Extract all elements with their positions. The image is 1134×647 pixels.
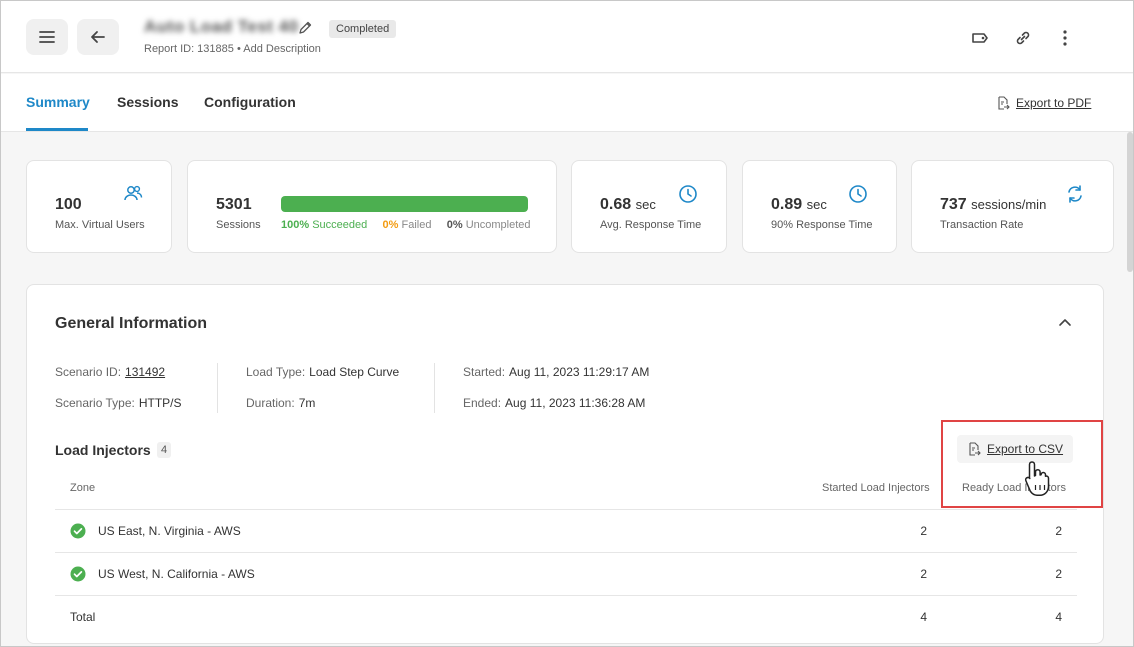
menu-button[interactable]: [26, 19, 68, 55]
stat-card-sessions: 5301 Sessions 100% Succeeded 0% Failed 0…: [187, 160, 557, 253]
stat-card-avg-response: 0.68 sec Avg. Response Time: [571, 160, 727, 253]
table-total-row: Total 4 4: [55, 595, 1077, 638]
tab-summary[interactable]: Summary: [26, 94, 90, 110]
stat-value: 0.68 sec: [600, 196, 656, 213]
ready-count: 2: [1055, 567, 1062, 581]
load-injectors-count: 4: [157, 442, 171, 458]
refresh-icon: [1068, 185, 1082, 203]
separator: •: [236, 43, 241, 55]
export-pdf-label: Export to PDF: [1016, 96, 1092, 110]
users-icon: [124, 185, 143, 201]
table-row[interactable]: US East, N. Virginia - AWS 2 2: [55, 509, 1077, 552]
stat-value: 737 sessions/min: [940, 196, 1047, 213]
column-header-zone[interactable]: Zone: [70, 482, 95, 494]
uncompleted-label: Uncompleted: [465, 219, 531, 231]
started-count: 2: [920, 524, 927, 538]
failed-pct: 0%: [382, 219, 399, 231]
ready-count: 2: [1055, 524, 1062, 538]
load-injectors-title: Load Injectors: [55, 442, 151, 458]
add-description-link[interactable]: Add Description: [243, 43, 321, 55]
sessions-legend: 100% Succeeded 0% Failed 0% Uncompleted: [281, 219, 531, 231]
report-id: Report ID: 131885: [144, 43, 234, 55]
export-file-icon: [998, 96, 1010, 110]
stat-label: Avg. Response Time: [600, 219, 702, 231]
panel-title: General Information: [55, 315, 208, 332]
scenario-type-field: Scenario Type: HTTP/S: [55, 396, 182, 410]
stat-label: Transaction Rate: [940, 219, 1024, 231]
total-started: 4: [920, 610, 927, 624]
load-type-field: Load Type: Load Step Curve: [246, 365, 400, 379]
check-circle-icon: [70, 523, 86, 539]
stat-card-transaction-rate: 737 sessions/min Transaction Rate: [911, 160, 1114, 253]
scenario-id-link[interactable]: 131492: [125, 365, 165, 379]
table-row[interactable]: US West, N. California - AWS 2 2: [55, 552, 1077, 595]
succeeded-pct: 100%: [281, 219, 310, 231]
stat-card-virtual-users: 100 Max. Virtual Users: [26, 160, 172, 253]
export-pdf-button[interactable]: Export to PDF: [996, 96, 1091, 110]
status-badge: Completed: [329, 20, 397, 38]
report-header: Auto Load Test 40 Completed Report ID: 1…: [1, 1, 1133, 73]
stat-card-90-response: 0.89 sec 90% Response Time: [742, 160, 897, 253]
report-subline: Report ID: 131885 • Add Description: [144, 43, 321, 55]
total-ready: 4: [1055, 610, 1062, 624]
arrow-left-icon: [91, 31, 105, 43]
stat-value: 5301: [216, 196, 252, 213]
stat-label: 90% Response Time: [771, 219, 873, 231]
tab-bar: Summary Sessions Configuration Export to…: [1, 74, 1133, 132]
divider: [434, 363, 435, 413]
zone-name: US East, N. Virginia - AWS: [98, 524, 241, 538]
tab-configuration[interactable]: Configuration: [204, 94, 296, 110]
hamburger-icon: [39, 31, 55, 43]
ended-field: Ended: Aug 11, 2023 11:36:28 AM: [463, 396, 646, 410]
sessions-progress-bar: [281, 196, 528, 212]
active-tab-indicator: [26, 128, 88, 131]
report-title: Auto Load Test 40: [144, 17, 299, 36]
tag-icon[interactable]: [970, 28, 990, 48]
started-field: Started: Aug 11, 2023 11:29:17 AM: [463, 365, 650, 379]
check-circle-icon: [70, 566, 86, 582]
duration-field: Duration: 7m: [246, 396, 316, 410]
started-count: 2: [920, 567, 927, 581]
link-icon[interactable]: [1013, 28, 1033, 48]
failed-label: Failed: [401, 219, 432, 231]
chevron-up-icon[interactable]: [1057, 315, 1073, 331]
total-label: Total: [70, 610, 96, 624]
uncompleted-pct: 0%: [446, 219, 463, 231]
column-header-started[interactable]: Started Load Injectors: [822, 482, 930, 494]
hand-pointer-icon: [1024, 461, 1050, 496]
back-button[interactable]: [77, 19, 119, 55]
scrollbar[interactable]: [1127, 132, 1133, 272]
divider: [217, 363, 218, 413]
zone-name: US West, N. California - AWS: [98, 567, 255, 581]
stat-value: 100: [55, 196, 82, 213]
succeeded-label: Succeeded: [312, 219, 368, 231]
clock-icon: [849, 185, 867, 203]
tab-sessions[interactable]: Sessions: [117, 94, 178, 110]
stat-value: 0.89 sec: [771, 196, 827, 213]
scenario-id-field: Scenario ID: 131492: [55, 365, 166, 379]
clock-icon: [679, 185, 697, 203]
stat-label: Max. Virtual Users: [55, 219, 145, 231]
app-window: Auto Load Test 40 Completed Report ID: 1…: [0, 0, 1134, 647]
more-vertical-icon[interactable]: [1055, 28, 1075, 48]
pencil-icon[interactable]: [297, 20, 313, 36]
stat-label: Sessions: [216, 219, 261, 231]
